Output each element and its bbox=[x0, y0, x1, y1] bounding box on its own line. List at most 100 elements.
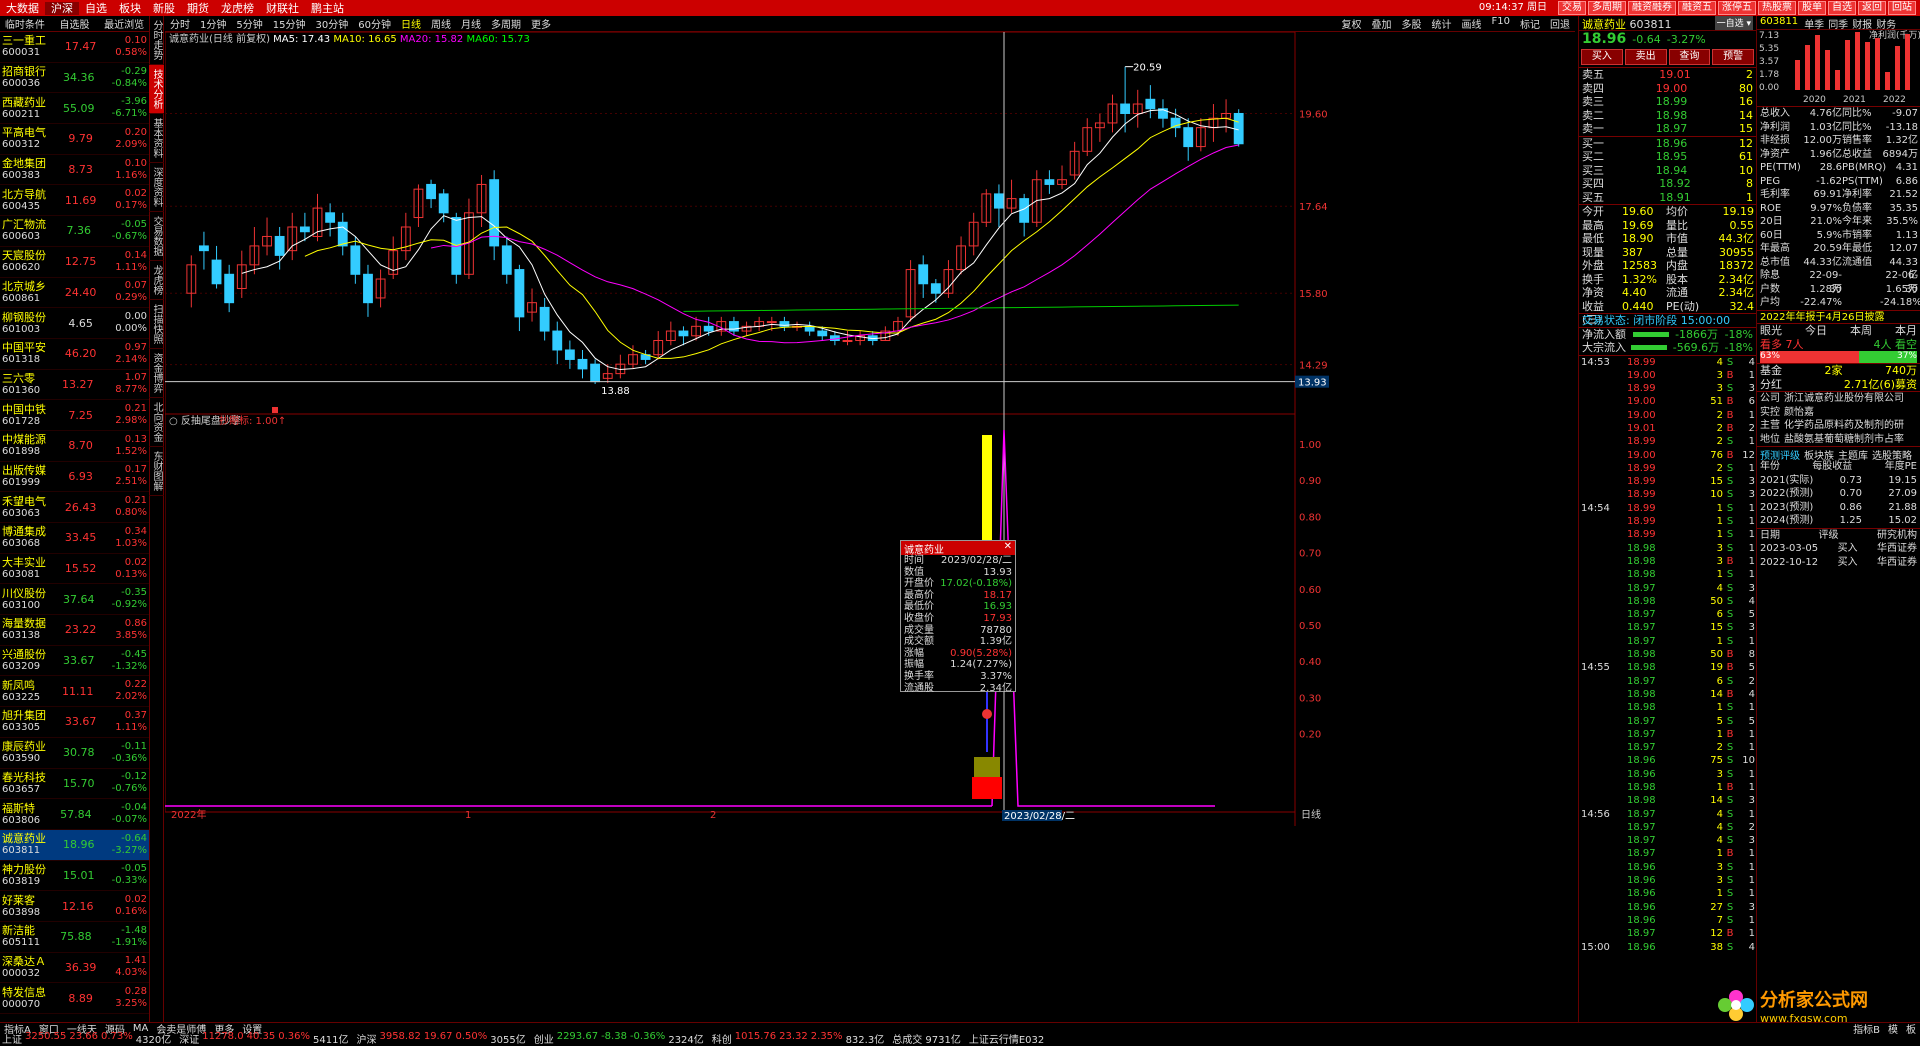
watchlist-row[interactable]: 金地集团 600383 8.73 0.10 1.16% bbox=[0, 155, 149, 186]
indicator-tool[interactable]: 板 bbox=[1902, 1021, 1920, 1036]
vertical-tab[interactable]: 交易数据 bbox=[149, 212, 164, 261]
chart-tool-button[interactable]: 多股 bbox=[1397, 16, 1427, 31]
watchlist-row[interactable]: 海量数据 603138 23.22 0.86 3.85% bbox=[0, 615, 149, 646]
chart-tool-button[interactable]: 统计 bbox=[1427, 16, 1457, 31]
watchlist-row[interactable]: 招商银行 600036 34.36 -0.29 -0.84% bbox=[0, 63, 149, 94]
period-tab[interactable]: 15分钟 bbox=[268, 16, 311, 31]
watchlist-row[interactable]: 广汇物流 600603 7.36 -0.05 -0.67% bbox=[0, 216, 149, 247]
research-tab[interactable]: 选股策略 bbox=[1872, 447, 1912, 462]
watchlist-row[interactable]: 中煤能源 601898 8.70 0.13 1.52% bbox=[0, 431, 149, 462]
vertical-tab[interactable]: 资金博弈 bbox=[149, 349, 164, 398]
watchlist-row[interactable]: 平高电气 600312 9.79 0.20 2.09% bbox=[0, 124, 149, 155]
vote-tab[interactable]: 本周 bbox=[1850, 324, 1872, 338]
vertical-tab[interactable]: 基本资料 bbox=[149, 114, 164, 163]
watchlist-row[interactable]: 中国平安 601318 46.20 0.97 2.14% bbox=[0, 339, 149, 370]
quick-button[interactable]: 返回 bbox=[1858, 1, 1886, 15]
watchlist-row[interactable]: 深桑达Ａ 000032 36.39 1.41 4.03% bbox=[0, 953, 149, 984]
period-tab[interactable]: 分时 bbox=[165, 16, 195, 31]
watchlist-row[interactable]: 新洁能 605111 75.88 -1.48 -1.91% bbox=[0, 922, 149, 953]
period-tab[interactable]: 月线 bbox=[456, 16, 486, 31]
watchlist-row[interactable]: 新凤鸣 603225 11.11 0.22 2.02% bbox=[0, 676, 149, 708]
watchlist-row[interactable]: 旭升集团 603305 33.67 0.37 1.11% bbox=[0, 707, 149, 738]
watchlist-row[interactable]: 康辰药业 603590 30.78 -0.11 -0.36% bbox=[0, 738, 149, 769]
watchlist-row[interactable]: 诚意药业 603811 18.96 -0.64 -3.27% bbox=[0, 829, 149, 861]
research-tab[interactable]: 主题库 bbox=[1838, 447, 1868, 462]
menu-item[interactable]: 自选 bbox=[79, 2, 113, 15]
f10-tab[interactable]: 单季 bbox=[1804, 16, 1824, 31]
trade-button[interactable]: 查询 bbox=[1668, 49, 1711, 65]
trade-button[interactable]: 买入 bbox=[1581, 49, 1623, 65]
quick-button[interactable]: 涨停五 bbox=[1718, 1, 1756, 15]
period-tab[interactable]: 日线 bbox=[396, 16, 426, 31]
chart-tool-button[interactable]: 回退 bbox=[1545, 16, 1575, 31]
quick-button[interactable]: 回站 bbox=[1888, 1, 1916, 15]
watchlist-tab[interactable]: 自选股 bbox=[50, 16, 100, 31]
menu-item[interactable]: 大数据 bbox=[0, 2, 45, 15]
f10-tab[interactable]: 财务 bbox=[1876, 16, 1896, 31]
period-tab[interactable]: 周线 bbox=[426, 16, 456, 31]
chart-area[interactable]: 诚意药业(日线 前复权) MA5: 17.43 MA10: 16.65 MA20… bbox=[164, 31, 1575, 1022]
watchlist-row[interactable]: 特发信息 000070 8.89 0.28 3.25% bbox=[0, 983, 149, 1014]
watchlist-row[interactable]: 中国中铁 601728 7.25 0.21 2.98% bbox=[0, 400, 149, 431]
f10-tab[interactable]: 同季 bbox=[1828, 16, 1848, 31]
watchlist-row[interactable]: 好莱客 603898 12.16 0.02 0.16% bbox=[0, 891, 149, 922]
chart-tool-button[interactable]: 叠加 bbox=[1367, 16, 1397, 31]
indicator-tool[interactable]: 模 bbox=[1884, 1021, 1902, 1036]
watchlist-row[interactable]: 出版传媒 601999 6.93 0.17 2.51% bbox=[0, 462, 149, 493]
vertical-tab[interactable]: 扫描快照 bbox=[149, 300, 164, 349]
vertical-tab[interactable]: 北向资金 bbox=[149, 398, 164, 447]
kline-chart[interactable]: 诚意药业(日线 前复权) MA5: 17.43 MA10: 16.65 MA20… bbox=[164, 31, 1575, 1022]
quick-button[interactable]: 多周期 bbox=[1588, 1, 1626, 15]
period-tab[interactable]: 更多 bbox=[526, 16, 556, 31]
chart-tool-button[interactable]: 标记 bbox=[1515, 16, 1545, 31]
group-select[interactable]: 一自选 ▾ bbox=[1714, 16, 1753, 30]
menu-item[interactable]: 龙虎榜 bbox=[215, 2, 260, 15]
menu-item[interactable]: 板块 bbox=[113, 2, 147, 15]
period-tab[interactable]: 5分钟 bbox=[231, 16, 267, 31]
watchlist-row[interactable]: 柳钢股份 601003 4.65 0.00 0.00% bbox=[0, 308, 149, 339]
watchlist-row[interactable]: 博通集成 603068 33.45 0.34 1.03% bbox=[0, 523, 149, 554]
watchlist-row[interactable]: 北方导航 600435 11.69 0.02 0.17% bbox=[0, 185, 149, 217]
watchlist-row[interactable]: 神力股份 603819 15.01 -0.05 -0.33% bbox=[0, 861, 149, 892]
watchlist-tab[interactable]: 最近浏览 bbox=[99, 16, 149, 31]
menu-item[interactable]: 财联社 bbox=[260, 2, 305, 15]
menu-item[interactable]: 鹏主站 bbox=[305, 2, 350, 15]
chart-tool-button[interactable]: 画线 bbox=[1457, 16, 1487, 31]
watchlist-row[interactable]: 三一重工 600031 17.47 0.10 0.58% bbox=[0, 32, 149, 63]
menu-item[interactable]: 新股 bbox=[147, 2, 181, 15]
watchlist-row[interactable]: 北京城乡 600861 24.40 0.07 0.29% bbox=[0, 278, 149, 309]
menu-item[interactable]: 沪深 bbox=[45, 2, 79, 15]
quick-button[interactable]: 股单 bbox=[1798, 1, 1826, 15]
period-tab[interactable]: 多周期 bbox=[486, 16, 526, 31]
vote-tab[interactable]: 本月 bbox=[1895, 324, 1917, 338]
watchlist-row[interactable]: 福斯特 603806 57.84 -0.04 -0.07% bbox=[0, 799, 149, 830]
watchlist-row[interactable]: 禾望电气 603063 26.43 0.21 0.80% bbox=[0, 492, 149, 523]
watchlist-row[interactable]: 西藏药业 600211 55.09 -3.96 -6.71% bbox=[0, 93, 149, 125]
vertical-tab[interactable]: 分时走势 bbox=[149, 16, 164, 65]
watchlist-row[interactable]: 天宸股份 600620 12.75 0.14 1.11% bbox=[0, 247, 149, 278]
vertical-tab[interactable]: 东财图解 bbox=[149, 447, 164, 496]
quick-button[interactable]: 热股票 bbox=[1758, 1, 1796, 15]
watchlist-tab[interactable]: 临时条件 bbox=[0, 16, 50, 31]
research-tab[interactable]: 预测评级 bbox=[1760, 447, 1800, 462]
chart-tool-button[interactable]: F10 bbox=[1487, 16, 1515, 31]
watchlist-row[interactable]: 兴通股份 603209 33.67 -0.45 -1.32% bbox=[0, 646, 149, 677]
period-tab[interactable]: 30分钟 bbox=[310, 16, 353, 31]
watchlist-row[interactable]: 大丰实业 603081 15.52 0.02 0.13% bbox=[0, 554, 149, 585]
quick-button[interactable]: 交易 bbox=[1558, 1, 1586, 15]
watchlist-row[interactable]: 三六零 601360 13.27 1.07 8.77% bbox=[0, 370, 149, 401]
watchlist-row[interactable]: 春光科技 603657 15.70 -0.12 -0.76% bbox=[0, 769, 149, 800]
vertical-tab[interactable]: 技术分析 bbox=[149, 65, 164, 114]
quick-button[interactable]: 融资融券 bbox=[1628, 1, 1676, 15]
close-icon[interactable]: ✕ bbox=[1004, 541, 1012, 555]
trade-button[interactable]: 卖出 bbox=[1624, 49, 1667, 65]
chart-tool-button[interactable]: 复权 bbox=[1337, 16, 1367, 31]
vote-tab[interactable]: 今日 bbox=[1805, 324, 1827, 338]
watchlist-row[interactable]: 川仪股份 603100 37.64 -0.35 -0.92% bbox=[0, 584, 149, 616]
quick-button[interactable]: 自选 bbox=[1828, 1, 1856, 15]
indicator-tool[interactable]: 指标B bbox=[1849, 1021, 1884, 1036]
vertical-tab[interactable]: 深度资料 bbox=[149, 163, 164, 212]
quick-button[interactable]: 融资五 bbox=[1678, 1, 1716, 15]
period-tab[interactable]: 60分钟 bbox=[353, 16, 396, 31]
period-tab[interactable]: 1分钟 bbox=[195, 16, 231, 31]
